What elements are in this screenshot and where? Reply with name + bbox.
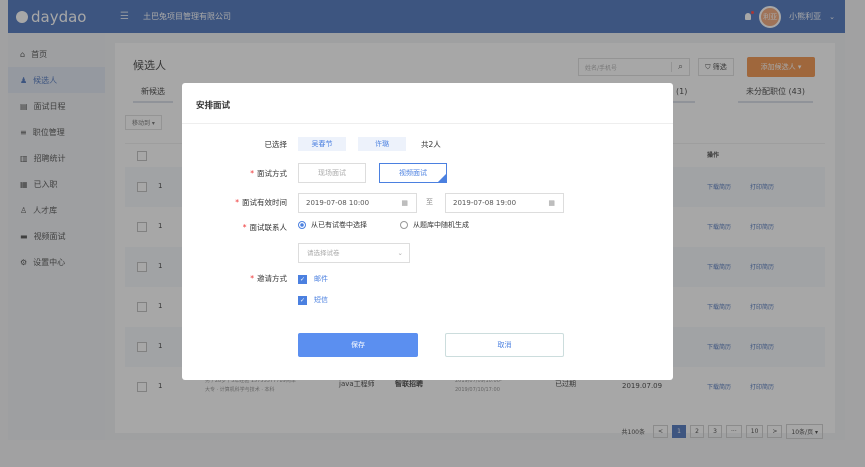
- schedule-interview-dialog: 安排面试 已选择 吴春节 许璐 共2人 * 面试方式 现场面试 视频面试 * 面试有…: [182, 83, 673, 380]
- mode-label: * 面试方式: [250, 169, 287, 178]
- radio-checked-icon: [298, 221, 306, 229]
- cancel-button[interactable]: 取消: [445, 333, 564, 357]
- check-icon: ✓: [298, 274, 307, 284]
- divider: [182, 123, 673, 124]
- mode-label-text: 面试方式: [257, 169, 287, 178]
- chevron-down-icon: ⌄: [397, 249, 403, 257]
- invite-label-text: 邀请方式: [257, 274, 287, 283]
- calendar-icon: ▦: [401, 199, 408, 207]
- onsite-interview-option[interactable]: 现场面试: [298, 163, 366, 183]
- dialog-title: 安排面试: [196, 101, 231, 111]
- radio-existing-paper[interactable]: 从已有试卷中选择: [298, 220, 367, 230]
- end-time-input[interactable]: 2019-07-08 19:00 ▦: [445, 193, 564, 213]
- selected-count: 共2人: [421, 140, 441, 149]
- radio-label: 从题库中随机生成: [413, 221, 469, 229]
- time-label: * 面试有效时间: [235, 198, 287, 207]
- selected-label: 已选择: [264, 140, 288, 149]
- checkbox-label: 短信: [314, 296, 328, 304]
- selected-candidate[interactable]: 吴春节: [298, 137, 346, 151]
- range-separator: 至: [426, 198, 433, 206]
- radio-random-paper[interactable]: 从题库中随机生成: [400, 220, 469, 230]
- invite-email-checkbox[interactable]: ✓ 邮件: [298, 274, 328, 284]
- paper-placeholder: 请选择试卷: [307, 249, 340, 257]
- invite-sms-checkbox[interactable]: ✓ 短信: [298, 295, 328, 305]
- invite-label: * 邀请方式: [250, 274, 287, 283]
- calendar-icon: ▦: [548, 199, 555, 207]
- start-time-value: 2019-07-08 10:00: [306, 199, 370, 207]
- time-label-text: 面试有效时间: [242, 198, 287, 207]
- video-interview-option[interactable]: 视频面试: [379, 163, 447, 183]
- selected-candidate[interactable]: 许璐: [358, 137, 406, 151]
- save-button[interactable]: 保存: [298, 333, 418, 357]
- paper-select[interactable]: 请选择试卷 ⌄: [298, 243, 410, 263]
- check-icon: ✓: [298, 295, 307, 305]
- radio-unchecked-icon: [400, 221, 408, 229]
- end-time-value: 2019-07-08 19:00: [453, 199, 517, 207]
- checkbox-label: 邮件: [314, 275, 328, 283]
- radio-label: 从已有试卷中选择: [311, 221, 367, 229]
- start-time-input[interactable]: 2019-07-08 10:00 ▦: [298, 193, 417, 213]
- contact-label: * 面试联系人: [242, 223, 288, 232]
- contact-label-text: 面试联系人: [249, 223, 288, 232]
